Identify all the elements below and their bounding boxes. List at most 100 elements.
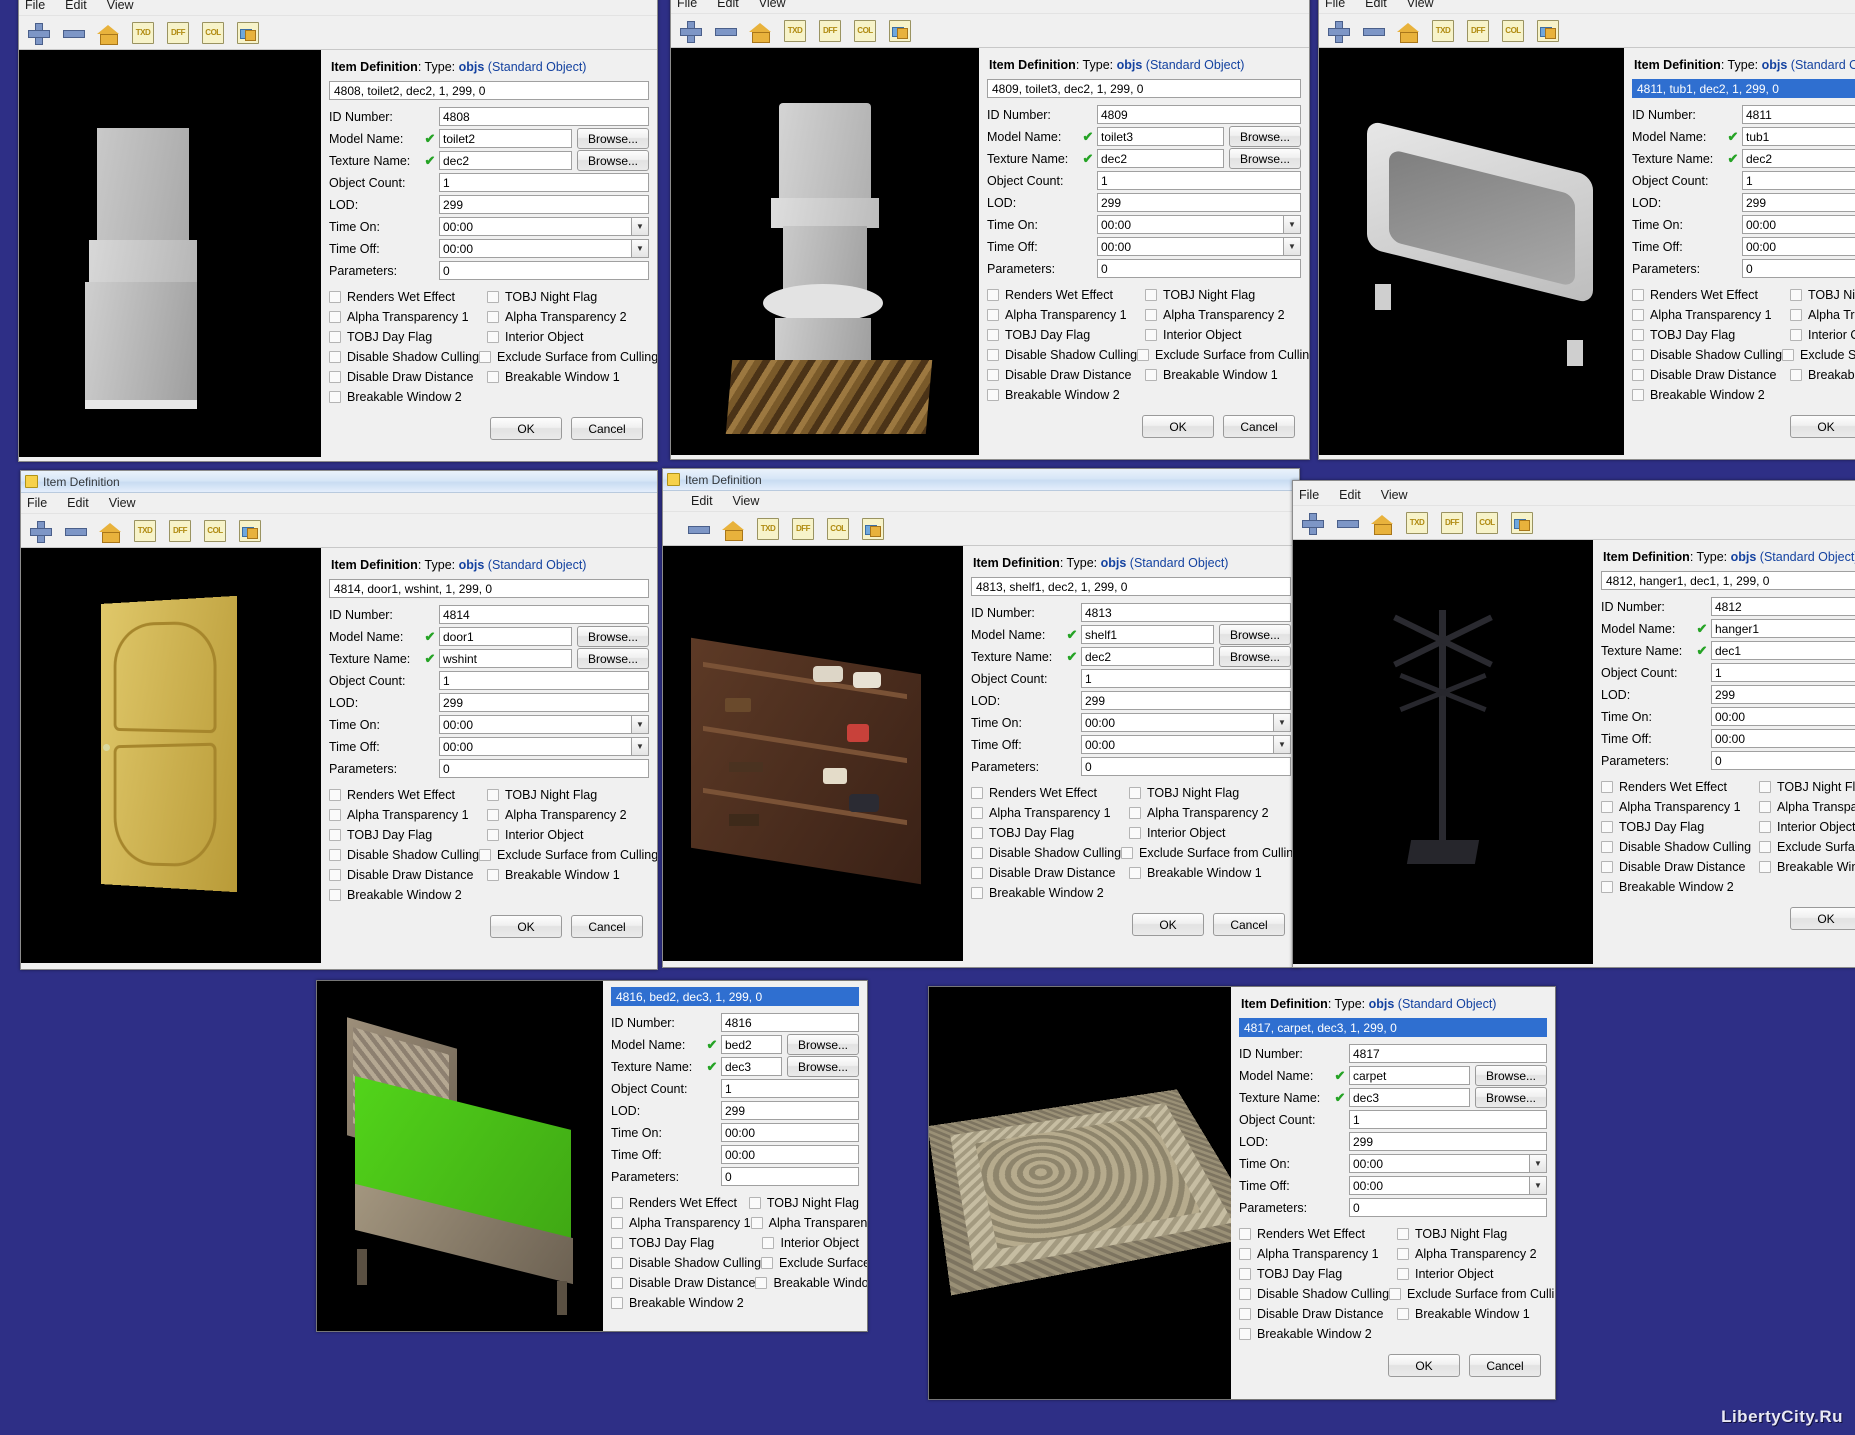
time-off-input[interactable]: 00:00 ▼ <box>1097 237 1301 256</box>
menu-edit[interactable]: Edit <box>1339 488 1361 502</box>
texture-name-input[interactable]: dec3 <box>721 1057 782 1076</box>
toolbar[interactable]: TXD DFF COL <box>19 16 657 50</box>
remove-icon[interactable] <box>64 520 87 542</box>
checkbox-breakable-window-1[interactable] <box>1129 867 1141 879</box>
texture-name-input[interactable]: wshint <box>439 649 572 668</box>
dff-icon[interactable]: DFF <box>1467 19 1489 42</box>
parameters-input[interactable]: 0 <box>439 261 649 280</box>
remove-icon[interactable] <box>714 20 737 42</box>
checkbox-breakable-window-1[interactable] <box>487 869 499 881</box>
checkbox-interior-object[interactable] <box>1145 329 1157 341</box>
checkbox-disable-draw-distance[interactable] <box>329 371 341 383</box>
img-icon[interactable] <box>239 519 261 542</box>
texture-name-input[interactable]: dec2 <box>1742 149 1855 168</box>
menu-view[interactable]: View <box>1407 0 1434 10</box>
checkbox-disable-shadow-culling[interactable] <box>1632 349 1644 361</box>
time-on-input[interactable]: 00:00 ▼ <box>1349 1154 1547 1173</box>
checkbox-alpha-transparency-1[interactable] <box>987 309 999 321</box>
texture-name-input[interactable]: dec2 <box>1081 647 1214 666</box>
img-icon[interactable] <box>237 21 259 44</box>
checkbox-breakable-window-2[interactable] <box>1632 389 1644 401</box>
texture-browse-button[interactable]: Browse... <box>787 1056 859 1077</box>
ok-button[interactable]: OK <box>490 915 562 938</box>
checkbox-interior-object[interactable] <box>1759 821 1771 833</box>
checkbox-tobj-night-flag[interactable] <box>748 1197 761 1209</box>
dff-icon[interactable]: DFF <box>819 19 841 42</box>
time-off-input[interactable]: 00:00 ▼ <box>1349 1176 1547 1195</box>
lod-input[interactable]: 299 <box>1097 193 1301 212</box>
chevron-down-icon[interactable]: ▼ <box>1273 714 1290 731</box>
home-icon[interactable] <box>749 20 771 43</box>
txd-icon[interactable]: TXD <box>134 519 156 542</box>
texture-browse-button[interactable]: Browse... <box>577 648 649 669</box>
checkbox-disable-shadow-culling[interactable] <box>1601 841 1613 853</box>
checkbox-alpha-transparency-2[interactable] <box>750 1217 763 1229</box>
time-on-input[interactable]: 00:00 ▼ <box>1081 713 1291 732</box>
time-on-input[interactable]: 00:00 ▼ <box>439 217 649 236</box>
toolbar[interactable]: TXD DFF COL <box>663 512 1299 546</box>
home-icon[interactable] <box>1371 512 1393 535</box>
texture-browse-button[interactable]: Browse... <box>1229 148 1301 169</box>
definition-field-tub1[interactable]: 4811, tub1, dec2, 1, 299, 0 <box>1632 79 1855 98</box>
menu-file[interactable]: File <box>1325 0 1345 10</box>
cancel-button[interactable]: Cancel <box>1223 415 1295 438</box>
checkbox-alpha-transparency-1[interactable] <box>1601 801 1613 813</box>
parameters-input[interactable]: 0 <box>1349 1198 1547 1217</box>
home-icon[interactable] <box>99 520 121 543</box>
checkbox-tobj-night-flag[interactable] <box>1145 289 1157 301</box>
ok-button[interactable]: OK <box>1790 907 1855 930</box>
col-icon[interactable]: COL <box>1502 19 1524 42</box>
lod-input[interactable]: 299 <box>1742 193 1855 212</box>
chevron-down-icon[interactable]: ▼ <box>1273 736 1290 753</box>
texture-browse-button[interactable]: Browse... <box>1475 1087 1547 1108</box>
texture-browse-button[interactable]: Browse... <box>1219 646 1291 667</box>
model-name-input[interactable]: hanger1 <box>1711 619 1855 638</box>
model-name-input[interactable]: toilet3 <box>1097 127 1224 146</box>
ok-button[interactable]: OK <box>1790 415 1855 438</box>
texture-name-input[interactable]: dec1 <box>1711 641 1855 660</box>
time-off-input[interactable]: 00:00 ▼ <box>1081 735 1291 754</box>
checkbox-renders-wet-effect[interactable] <box>329 291 341 303</box>
checkbox-tobj-day-flag[interactable] <box>329 829 341 841</box>
time-off-input[interactable]: 00:00 ▼ <box>1711 729 1855 748</box>
checkbox-disable-draw-distance[interactable] <box>1632 369 1644 381</box>
window-toilet3[interactable]: Item Definition File Edit View TXD DFF C… <box>670 0 1310 460</box>
checkbox-disable-draw-distance[interactable] <box>987 369 999 381</box>
toolbar[interactable]: TXD DFF COL <box>1293 506 1855 540</box>
home-icon[interactable] <box>722 518 744 541</box>
menubar[interactable]: File Edit View <box>1293 485 1855 506</box>
object-count-input[interactable]: 1 <box>1711 663 1855 682</box>
time-on-input[interactable]: 00:00 ▼ <box>439 715 649 734</box>
window-tub1[interactable]: Item Definition File Edit View TXD DFF C… <box>1318 0 1855 460</box>
checkbox-alpha-transparency-1[interactable] <box>1239 1248 1251 1260</box>
definition-field-toilet2[interactable]: 4808, toilet2, dec2, 1, 299, 0 <box>329 81 649 100</box>
texture-name-input[interactable]: dec2 <box>1097 149 1224 168</box>
parameters-input[interactable]: 0 <box>1742 259 1855 278</box>
definition-field-carpet[interactable]: 4817, carpet, dec3, 1, 299, 0 <box>1239 1018 1547 1037</box>
checkbox-interior-object[interactable] <box>487 331 499 343</box>
checkbox-tobj-day-flag[interactable] <box>611 1237 623 1249</box>
checkbox-alpha-transparency-1[interactable] <box>329 809 341 821</box>
model-name-input[interactable]: toilet2 <box>439 129 572 148</box>
checkbox-interior-object[interactable] <box>1790 329 1802 341</box>
checkbox-renders-wet-effect[interactable] <box>329 789 341 801</box>
txd-icon[interactable]: TXD <box>757 517 779 540</box>
checkbox-interior-object[interactable] <box>487 829 499 841</box>
checkbox-alpha-transparency-2[interactable] <box>1759 801 1771 813</box>
model-browse-button[interactable]: Browse... <box>1475 1065 1547 1086</box>
menu-view[interactable]: View <box>733 494 760 508</box>
menu-file[interactable]: File <box>27 496 47 510</box>
window-toilet2[interactable]: Item Definition File Edit View TXD DFF C… <box>18 0 658 462</box>
time-off-input[interactable]: 00:00 ▼ <box>439 239 649 258</box>
menu-edit[interactable]: Edit <box>65 0 87 12</box>
ok-button[interactable]: OK <box>1142 415 1214 438</box>
lod-input[interactable]: 299 <box>721 1101 859 1120</box>
checkbox-disable-shadow-culling[interactable] <box>611 1257 623 1269</box>
menu-edit[interactable]: Edit <box>67 496 89 510</box>
lod-input[interactable]: 299 <box>1349 1132 1547 1151</box>
checkbox-renders-wet-effect[interactable] <box>611 1197 623 1209</box>
id-number-input[interactable]: 4808 <box>439 107 649 126</box>
checkbox-alpha-transparency-2[interactable] <box>487 809 499 821</box>
add-icon[interactable] <box>29 520 52 543</box>
checkbox-alpha-transparency-2[interactable] <box>1145 309 1157 321</box>
